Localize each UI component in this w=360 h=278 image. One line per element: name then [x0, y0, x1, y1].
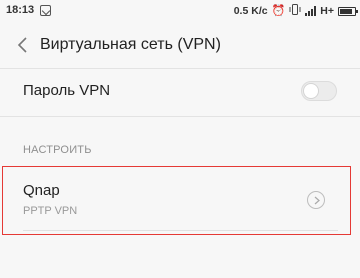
- battery-icon: [338, 6, 358, 16]
- row-divider: [0, 116, 360, 117]
- vpn-password-row[interactable]: Пароль VPN: [0, 68, 360, 116]
- vpn-password-toggle[interactable]: [301, 81, 337, 101]
- app-header: Виртуальная сеть (VPN): [0, 22, 360, 68]
- network-type: H+: [320, 5, 334, 17]
- alarm-icon: ⏰: [271, 4, 286, 17]
- signal-icon: [305, 6, 317, 16]
- notification-icon: [40, 4, 52, 16]
- status-time: 18:13: [6, 4, 35, 16]
- vpn-password-label: Пароль VPN: [23, 82, 111, 99]
- status-right: 0.5 K/c ⏰ H+: [233, 4, 358, 18]
- status-bar: 18:13 0.5 K/c ⏰ H+: [0, 0, 360, 22]
- vibrate-icon: [289, 4, 301, 18]
- chevron-right-circle-icon[interactable]: [307, 191, 325, 209]
- page-title: Виртуальная сеть (VPN): [40, 36, 221, 53]
- item-divider: [23, 230, 338, 231]
- vpn-name: Qnap: [23, 182, 60, 199]
- vpn-settings-screen: 18:13 0.5 K/c ⏰ H+ Виртуальная сеть (VPN…: [0, 0, 360, 278]
- vpn-list-item-qnap[interactable]: Qnap PPTP VPN: [0, 166, 360, 236]
- vpn-type: PPTP VPN: [23, 205, 78, 217]
- section-header-configure: НАСТРОИТЬ: [23, 144, 92, 156]
- network-speed: 0.5 K/c: [233, 5, 268, 17]
- toggle-knob: [303, 83, 319, 99]
- status-left: 18:13: [6, 4, 52, 16]
- back-chevron-icon[interactable]: [16, 37, 30, 53]
